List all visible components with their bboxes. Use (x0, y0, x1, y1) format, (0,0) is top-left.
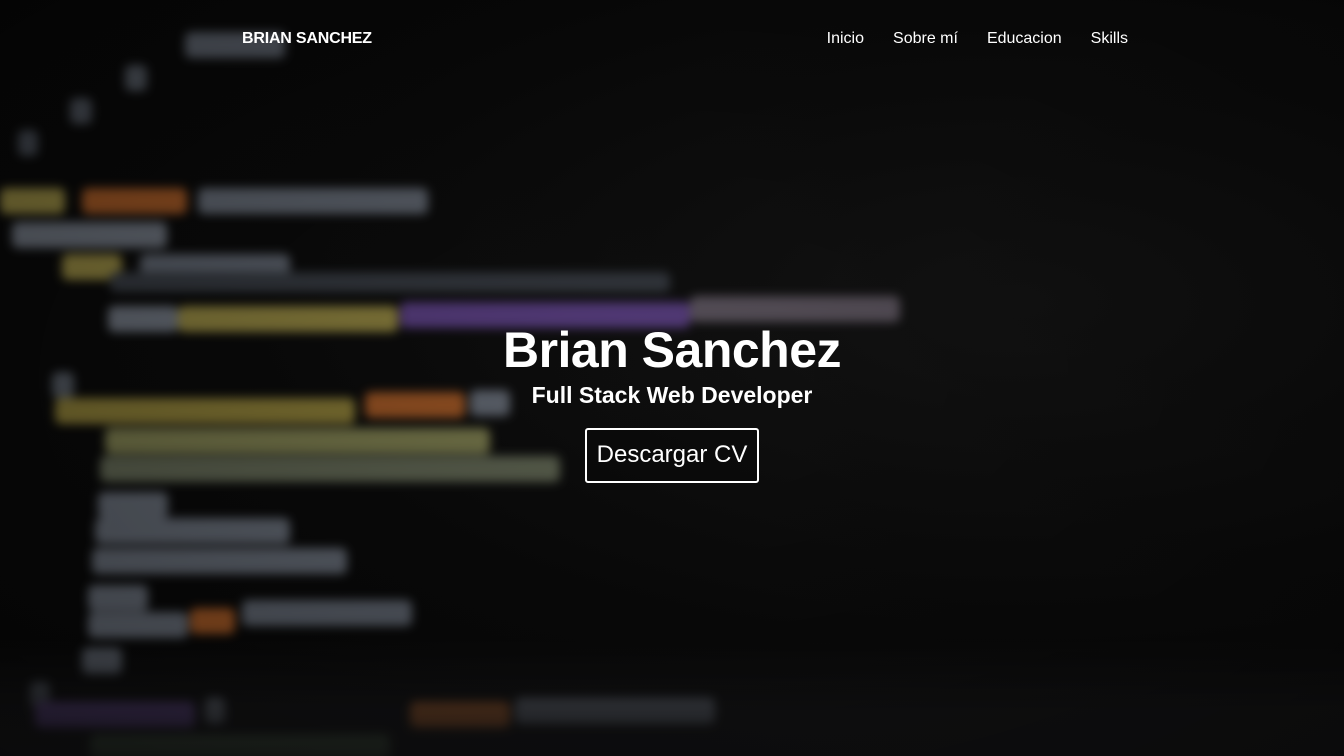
hero-section: BRIAN SANCHEZ Inicio Sobre mí Educacion … (0, 0, 1344, 756)
nav-link-sobre-mi[interactable]: Sobre mí (893, 30, 958, 48)
nav-menu: Inicio Sobre mí Educacion Skills (827, 30, 1128, 48)
nav-link-inicio[interactable]: Inicio (827, 30, 864, 48)
top-navbar: BRIAN SANCHEZ Inicio Sobre mí Educacion … (0, 0, 1344, 78)
download-cv-button[interactable]: Descargar CV (584, 428, 760, 483)
brand-link[interactable]: BRIAN SANCHEZ (242, 30, 372, 48)
hero-name: Brian Sanchez (502, 322, 842, 378)
nav-link-educacion[interactable]: Educacion (987, 30, 1062, 48)
hero-role: Full Stack Web Developer (531, 382, 813, 408)
nav-link-skills[interactable]: Skills (1091, 30, 1128, 48)
hero-content: Brian Sanchez Full Stack Web Developer D… (0, 320, 1344, 483)
